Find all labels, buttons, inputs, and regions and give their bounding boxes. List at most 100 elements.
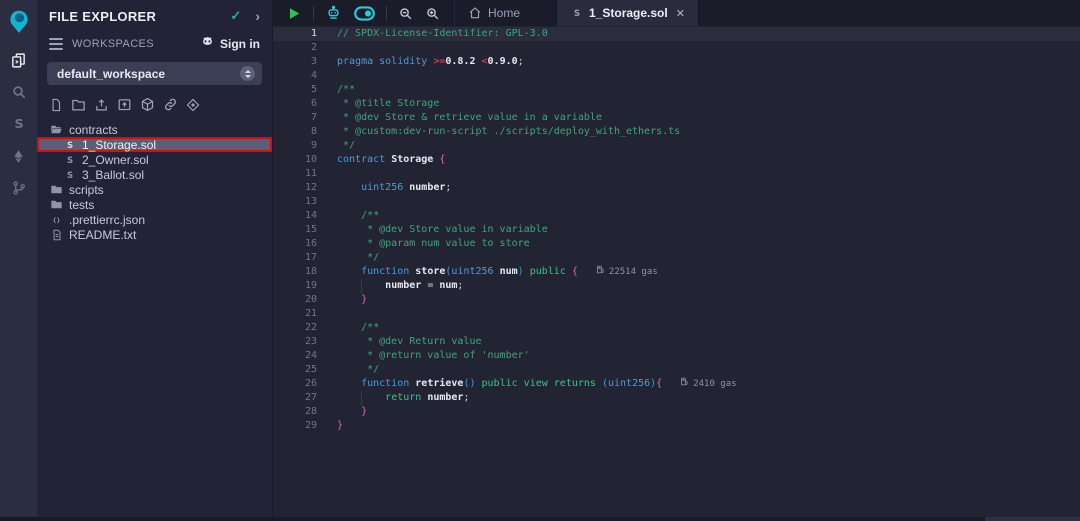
line-number: 13 bbox=[273, 195, 317, 209]
code-line-14[interactable]: 14 /** bbox=[273, 209, 1080, 223]
code-line-10[interactable]: 10contract Storage { bbox=[273, 153, 1080, 167]
upload-folder-icon[interactable] bbox=[117, 97, 132, 112]
check-icon: ✓ bbox=[230, 8, 241, 24]
code-line-18[interactable]: 18 function store(uint256 num) public {2… bbox=[273, 265, 1080, 279]
svg-text:{}: {} bbox=[53, 216, 61, 224]
code-line-6[interactable]: 6 * @title Storage bbox=[273, 97, 1080, 111]
code-line-13[interactable]: 13 bbox=[273, 195, 1080, 209]
zoom-in-button[interactable] bbox=[419, 0, 446, 26]
code-line-20[interactable]: 20 } bbox=[273, 293, 1080, 307]
gas-pump-icon bbox=[596, 265, 605, 279]
tab-home[interactable]: Home bbox=[454, 0, 533, 26]
workspace-select-arrows-icon bbox=[240, 66, 255, 81]
solidity-compiler-icon[interactable]: S bbox=[0, 108, 37, 140]
close-tab-icon[interactable]: ✕ bbox=[676, 7, 685, 20]
code-line-16[interactable]: 16 * @param num value to store bbox=[273, 237, 1080, 251]
tree-item-1-storage-sol[interactable]: S1_Storage.sol bbox=[37, 137, 272, 152]
line-number: 5 bbox=[273, 83, 317, 97]
remix-logo-icon[interactable] bbox=[0, 4, 37, 38]
deploy-and-run-icon[interactable] bbox=[0, 140, 37, 172]
code-line-text: } bbox=[317, 293, 367, 307]
line-number: 8 bbox=[273, 125, 317, 139]
create-new-folder-icon[interactable] bbox=[71, 97, 86, 112]
code-line-text: * @return value of 'number' bbox=[317, 349, 530, 363]
code-line-2[interactable]: 2 bbox=[273, 41, 1080, 55]
line-number: 2 bbox=[273, 41, 317, 55]
code-line-text: /** bbox=[317, 209, 379, 223]
copilot-toggle[interactable] bbox=[348, 0, 381, 26]
code-line-8[interactable]: 8 * @custom:dev-run-script ./scripts/dep… bbox=[273, 125, 1080, 139]
line-number: 12 bbox=[273, 181, 317, 195]
tree-item-scripts[interactable]: scripts bbox=[37, 182, 272, 197]
editor-area: Home S 1_Storage.sol ✕ 1// SPDX-License-… bbox=[273, 0, 1080, 517]
tree-item-label: tests bbox=[69, 198, 94, 212]
code-line-text bbox=[317, 69, 337, 83]
code-line-21[interactable]: 21 bbox=[273, 307, 1080, 321]
ai-assistant-button[interactable] bbox=[319, 0, 348, 26]
tree-item-contracts[interactable]: contracts bbox=[37, 122, 272, 137]
code-editor[interactable]: 1// SPDX-License-Identifier: GPL-3.023pr… bbox=[273, 26, 1080, 517]
code-line-29[interactable]: 29} bbox=[273, 419, 1080, 433]
svg-text:S: S bbox=[66, 140, 72, 150]
folder-icon bbox=[50, 183, 63, 196]
indent-guide bbox=[361, 279, 362, 293]
code-line-23[interactable]: 23 * @dev Return value bbox=[273, 335, 1080, 349]
line-number: 16 bbox=[273, 237, 317, 251]
workspace-select-value: default_workspace bbox=[57, 67, 240, 81]
code-line-22[interactable]: 22 /** bbox=[273, 321, 1080, 335]
status-bar bbox=[0, 517, 1080, 521]
code-line-15[interactable]: 15 * @dev Store value in variable bbox=[273, 223, 1080, 237]
code-line-26[interactable]: 26 function retrieve() public view retur… bbox=[273, 377, 1080, 391]
code-line-text: /** bbox=[317, 83, 355, 97]
file-icon bbox=[50, 229, 63, 241]
chevron-right-icon[interactable]: › bbox=[255, 8, 260, 24]
code-line-3[interactable]: 3pragma solidity >=0.8.2 <0.9.0; bbox=[273, 55, 1080, 69]
tree-item-2-owner-sol[interactable]: S2_Owner.sol bbox=[37, 152, 272, 167]
solidity-file-icon: S bbox=[63, 139, 76, 151]
sign-in-button[interactable]: Sign in bbox=[200, 35, 260, 53]
upload-files-icon[interactable] bbox=[94, 97, 109, 112]
file-explorer-icon[interactable] bbox=[0, 44, 37, 76]
code-line-19[interactable]: 19 number = num; bbox=[273, 279, 1080, 293]
line-number: 14 bbox=[273, 209, 317, 223]
run-script-button[interactable] bbox=[279, 0, 308, 26]
publish-to-gist-icon[interactable] bbox=[186, 97, 200, 112]
git-icon[interactable] bbox=[0, 172, 37, 204]
import-from-ipfs-icon[interactable] bbox=[140, 97, 155, 112]
code-line-9[interactable]: 9 */ bbox=[273, 139, 1080, 153]
line-number: 15 bbox=[273, 223, 317, 237]
code-line-4[interactable]: 4 bbox=[273, 69, 1080, 83]
zoom-out-button[interactable] bbox=[392, 0, 419, 26]
code-line-12[interactable]: 12 uint256 number; bbox=[273, 181, 1080, 195]
code-line-text: */ bbox=[317, 363, 379, 377]
line-number: 10 bbox=[273, 153, 317, 167]
icon-rail: S bbox=[0, 0, 37, 517]
code-line-5[interactable]: 5/** bbox=[273, 83, 1080, 97]
line-number: 21 bbox=[273, 307, 317, 321]
search-icon[interactable] bbox=[0, 76, 37, 108]
tree-item-label: 2_Owner.sol bbox=[82, 153, 149, 167]
tree-item-tests[interactable]: tests bbox=[37, 197, 272, 212]
tree-item-readme-txt[interactable]: README.txt bbox=[37, 227, 272, 242]
gas-pump-icon bbox=[680, 377, 689, 391]
code-line-25[interactable]: 25 */ bbox=[273, 363, 1080, 377]
line-number: 9 bbox=[273, 139, 317, 153]
code-line-17[interactable]: 17 */ bbox=[273, 251, 1080, 265]
workspaces-menu-icon[interactable] bbox=[49, 38, 63, 50]
code-line-text: * @param num value to store bbox=[317, 237, 530, 251]
import-from-url-icon[interactable] bbox=[163, 97, 178, 112]
code-line-28[interactable]: 28 } bbox=[273, 405, 1080, 419]
create-new-file-icon[interactable] bbox=[49, 97, 63, 112]
tree-item-3-ballot-sol[interactable]: S3_Ballot.sol bbox=[37, 167, 272, 182]
code-line-7[interactable]: 7 * @dev Store & retrieve value in a var… bbox=[273, 111, 1080, 125]
code-line-27[interactable]: 27 return number; bbox=[273, 391, 1080, 405]
tab-1-storage-sol[interactable]: S 1_Storage.sol ✕ bbox=[557, 0, 699, 26]
workspace-select[interactable]: default_workspace bbox=[47, 62, 262, 85]
code-line-1[interactable]: 1// SPDX-License-Identifier: GPL-3.0 bbox=[273, 27, 1080, 41]
code-line-text bbox=[317, 307, 337, 321]
code-line-text: } bbox=[317, 405, 367, 419]
tree-item--prettierrc-json[interactable]: {}.prettierrc.json bbox=[37, 212, 272, 227]
code-line-text: * @dev Store value in variable bbox=[317, 223, 548, 237]
code-line-11[interactable]: 11 bbox=[273, 167, 1080, 181]
code-line-24[interactable]: 24 * @return value of 'number' bbox=[273, 349, 1080, 363]
